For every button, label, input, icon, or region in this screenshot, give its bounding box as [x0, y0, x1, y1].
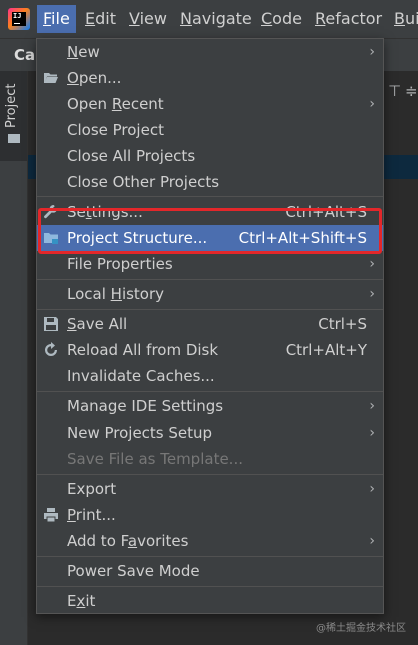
menu-separator: [37, 391, 383, 392]
menu-item-invalidate-caches[interactable]: Invalidate Caches...: [37, 363, 383, 389]
submenu-arrow-icon: ›: [369, 96, 375, 112]
menu-item-close-other-projects[interactable]: Close Other Projects: [37, 169, 383, 195]
menu-item-save-all[interactable]: Save All Ctrl+S: [37, 311, 383, 337]
menu-separator: [37, 556, 383, 557]
menu-item-open[interactable]: Open...: [37, 65, 383, 91]
folder-icon: [8, 134, 20, 143]
menu-edit[interactable]: Edit: [85, 5, 116, 33]
menu-item-save-file-as-template: Save File as Template...: [67, 450, 243, 468]
submenu-arrow-icon: ›: [369, 533, 375, 549]
menu-item-exit[interactable]: Exit: [37, 588, 383, 614]
menu-item-close-project[interactable]: Close Project: [37, 117, 383, 143]
watermark-text: @稀土掘金技术社区: [316, 623, 406, 634]
save-icon: [44, 317, 58, 331]
file-menu-dropdown: New › Open... Open Recent › Close Projec…: [36, 38, 384, 614]
menu-item-manage-ide-settings[interactable]: Manage IDE Settings ›: [37, 393, 383, 419]
intellij-logo-icon: IJ: [8, 8, 30, 30]
menu-separator: [37, 196, 383, 197]
submenu-arrow-icon: ›: [369, 256, 375, 272]
menu-separator: [37, 474, 383, 475]
submenu-arrow-icon: ›: [369, 425, 375, 441]
menu-build[interactable]: Bui: [394, 5, 418, 33]
submenu-arrow-icon: ›: [369, 398, 375, 414]
submenu-arrow-icon: ›: [369, 44, 375, 60]
main-menu-bar: IJ File Edit View Navigate Code Refactor…: [0, 0, 418, 39]
print-icon: [44, 508, 58, 523]
project-tool-window-label: Project: [4, 83, 19, 128]
menu-file[interactable]: File: [37, 5, 76, 33]
menu-item-close-all-projects[interactable]: Close All Projects: [37, 143, 383, 169]
reload-icon: [45, 342, 57, 356]
menu-view[interactable]: View: [129, 5, 167, 33]
editor-tab-title[interactable]: Ca: [14, 46, 35, 64]
menu-separator: [37, 279, 383, 280]
menu-item-print[interactable]: Print...: [37, 502, 383, 528]
submenu-arrow-icon: ›: [369, 481, 375, 497]
menu-item-open-recent[interactable]: Open Recent ›: [37, 91, 383, 117]
menu-separator: [37, 586, 383, 587]
menu-separator: [37, 309, 383, 310]
collapse-icon[interactable]: ⊤: [388, 82, 401, 100]
menu-item-new-projects-setup[interactable]: New Projects Setup ›: [37, 420, 383, 446]
menu-item-file-properties[interactable]: File Properties ›: [37, 251, 383, 277]
menu-navigate[interactable]: Navigate: [180, 5, 252, 33]
menu-code[interactable]: Code: [261, 5, 302, 33]
folder-open-icon: [44, 73, 58, 83]
settings-divider-icon[interactable]: ≑: [405, 82, 418, 100]
menu-item-power-save-mode[interactable]: Power Save Mode: [37, 558, 383, 584]
menu-item-add-to-favorites[interactable]: Add to Favorites ›: [37, 528, 383, 554]
annotation-highlight-box: [38, 208, 382, 254]
menu-refactor[interactable]: Refactor: [315, 5, 382, 33]
menu-item-reload-all[interactable]: Reload All from Disk Ctrl+Alt+Y: [37, 337, 383, 363]
submenu-arrow-icon: ›: [369, 286, 375, 302]
menu-item-new[interactable]: New ›: [37, 39, 383, 65]
menu-item-local-history[interactable]: Local History ›: [37, 281, 383, 307]
menu-item-export[interactable]: Export ›: [37, 476, 383, 502]
